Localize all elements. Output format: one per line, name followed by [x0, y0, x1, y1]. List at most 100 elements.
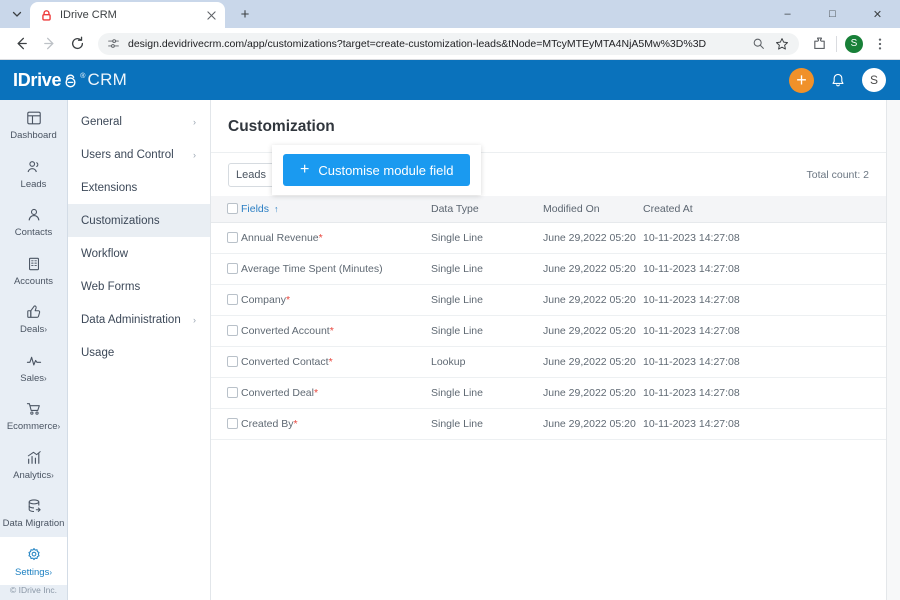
cell-modified-on: June 29,2022 05:20	[543, 315, 643, 346]
subnav-item-users-and-control[interactable]: Users and Control ›	[68, 138, 210, 171]
maximize-button[interactable]: □	[810, 0, 855, 28]
select-all-checkbox[interactable]	[227, 203, 238, 214]
column-header-created-at[interactable]: Created At	[643, 196, 886, 222]
cell-modified-on: June 29,2022 05:20	[543, 408, 643, 439]
column-header-data-type[interactable]: Data Type	[431, 196, 543, 222]
sidebar-label: Ecommerce›	[7, 422, 60, 432]
row-checkbox[interactable]	[227, 356, 238, 367]
table-row[interactable]: Converted Contact* Lookup June 29,2022 0…	[211, 346, 886, 377]
subnav-item-extensions[interactable]: Extensions	[68, 171, 210, 204]
sidebar-item-deals[interactable]: Deals›	[0, 294, 67, 343]
accounts-icon	[26, 255, 42, 273]
cell-modified-on: June 29,2022 05:20	[543, 222, 643, 253]
browser-profile-avatar[interactable]: S	[842, 32, 866, 56]
table-row[interactable]: Annual Revenue* Single Line June 29,2022…	[211, 222, 886, 253]
required-marker: *	[294, 418, 298, 430]
sidebar-item-analytics[interactable]: Analytics›	[0, 440, 67, 489]
row-checkbox[interactable]	[227, 263, 238, 274]
cell-created-at: 10-11-2023 14:27:08	[643, 222, 886, 253]
subnav-item-data-administration[interactable]: Data Administration ›	[68, 303, 210, 336]
subnav-item-web-forms[interactable]: Web Forms	[68, 270, 210, 303]
cell-modified-on: June 29,2022 05:20	[543, 253, 643, 284]
cell-created-at: 10-11-2023 14:27:08	[643, 253, 886, 284]
cell-field-name: Converted Deal*	[241, 377, 431, 408]
contacts-icon	[26, 206, 42, 224]
sidebar-label: Dashboard	[10, 131, 56, 141]
table-row[interactable]: Created By* Single Line June 29,2022 05:…	[211, 408, 886, 439]
app-logo[interactable]: IDrive ® CRM	[13, 70, 127, 91]
extensions-puzzle-icon[interactable]	[807, 32, 831, 56]
row-checkbox[interactable]	[227, 325, 238, 336]
lock-logo-icon	[62, 72, 79, 89]
fields-table-container: Fields↑ Data Type Modified On Created At…	[211, 196, 886, 600]
close-icon[interactable]	[204, 8, 219, 23]
minimize-button[interactable]: –	[765, 0, 810, 28]
forward-arrow-icon[interactable]	[36, 31, 62, 57]
tab-title: IDrive CRM	[60, 9, 197, 21]
sidebar-item-settings[interactable]: Settings›	[0, 537, 67, 586]
cell-created-at: 10-11-2023 14:27:08	[643, 315, 886, 346]
cell-created-at: 10-11-2023 14:27:08	[643, 408, 886, 439]
sidebar-item-sales[interactable]: Sales›	[0, 343, 67, 392]
zoom-search-icon[interactable]	[752, 37, 765, 50]
address-bar[interactable]: design.devidrivecrm.com/app/customizatio…	[98, 33, 799, 55]
cell-data-type: Single Line	[431, 408, 543, 439]
site-settings-icon[interactable]	[107, 37, 120, 50]
subnav-label: Data Administration	[81, 314, 181, 326]
avatar[interactable]: S	[862, 68, 886, 92]
row-checkbox[interactable]	[227, 294, 238, 305]
total-count: Total count: 2	[807, 169, 869, 181]
subnav-label: General	[81, 116, 122, 128]
data-migration-icon	[26, 497, 42, 515]
vertical-scrollbar[interactable]	[886, 100, 900, 600]
row-checkbox[interactable]	[227, 418, 238, 429]
cell-modified-on: June 29,2022 05:20	[543, 346, 643, 377]
subnav-item-customizations[interactable]: Customizations	[68, 204, 210, 237]
required-marker: *	[314, 387, 318, 399]
cell-data-type: Lookup	[431, 346, 543, 377]
customise-module-field-popup: + Customise module field	[272, 145, 481, 195]
required-marker: *	[319, 232, 323, 244]
sidebar-item-dashboard[interactable]: Dashboard	[0, 100, 67, 149]
customise-module-field-button[interactable]: + Customise module field	[283, 154, 470, 186]
browser-tab[interactable]: IDrive CRM	[30, 2, 225, 28]
table-row[interactable]: Company* Single Line June 29,2022 05:20 …	[211, 284, 886, 315]
new-tab-button[interactable]: +	[232, 1, 258, 27]
sales-icon	[26, 352, 42, 370]
table-row[interactable]: Converted Account* Single Line June 29,2…	[211, 315, 886, 346]
subnav-item-general[interactable]: General ›	[68, 105, 210, 138]
sidebar-item-ecommerce[interactable]: Ecommerce›	[0, 391, 67, 440]
url-text: design.devidrivecrm.com/app/customizatio…	[128, 38, 738, 50]
cell-data-type: Single Line	[431, 315, 543, 346]
three-dot-menu-icon[interactable]	[868, 32, 892, 56]
star-icon[interactable]	[775, 37, 789, 51]
table-row[interactable]: Average Time Spent (Minutes) Single Line…	[211, 253, 886, 284]
subnav-item-workflow[interactable]: Workflow	[68, 237, 210, 270]
window-close-button[interactable]: ✕	[855, 0, 900, 28]
row-checkbox[interactable]	[227, 232, 238, 243]
back-arrow-icon[interactable]	[8, 31, 34, 57]
row-checkbox[interactable]	[227, 387, 238, 398]
subnav-item-usage[interactable]: Usage	[68, 336, 210, 369]
cell-created-at: 10-11-2023 14:27:08	[643, 377, 886, 408]
cell-created-at: 10-11-2023 14:27:08	[643, 284, 886, 315]
table-row[interactable]: Converted Deal* Single Line June 29,2022…	[211, 377, 886, 408]
column-header-fields[interactable]: Fields↑	[241, 196, 431, 222]
sort-ascending-icon: ↑	[274, 204, 279, 214]
select-all-header[interactable]	[211, 196, 241, 222]
bell-icon[interactable]	[830, 72, 846, 89]
add-new-button[interactable]: +	[789, 68, 814, 93]
sidebar-item-contacts[interactable]: Contacts	[0, 197, 67, 246]
brand-name: IDrive	[13, 70, 61, 91]
sidebar-item-accounts[interactable]: Accounts	[0, 246, 67, 295]
sidebar-item-data-migration[interactable]: Data Migration	[0, 488, 67, 537]
reload-icon[interactable]	[64, 31, 90, 57]
cta-label: Customise module field	[318, 163, 453, 178]
fields-table: Fields↑ Data Type Modified On Created At…	[211, 196, 886, 440]
column-header-modified-on[interactable]: Modified On	[543, 196, 643, 222]
required-marker: *	[329, 356, 333, 368]
tabstrip-chevron-icon[interactable]	[4, 1, 30, 27]
subnav-label: Extensions	[81, 182, 137, 194]
sidebar-item-leads[interactable]: Leads	[0, 149, 67, 198]
cell-created-at: 10-11-2023 14:27:08	[643, 346, 886, 377]
